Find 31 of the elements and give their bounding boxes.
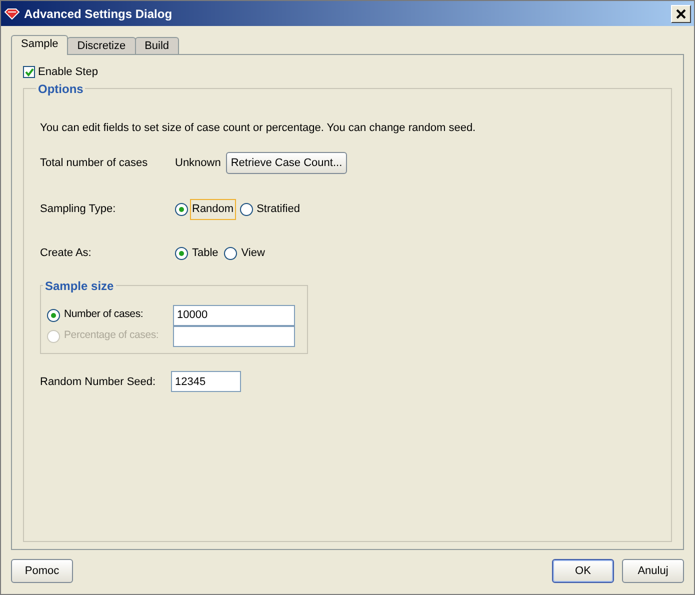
radio-label[interactable]: Number of cases: xyxy=(62,305,146,326)
help-button[interactable]: Pomoc xyxy=(11,559,73,583)
input-field[interactable]: 10000 xyxy=(173,304,295,326)
checkbox[interactable] xyxy=(23,66,35,78)
field-label: Create As: xyxy=(40,246,92,261)
radio-button[interactable] xyxy=(175,246,188,260)
description-text: You can edit fields to set size of case count or percentage. You can change random seed. xyxy=(40,120,477,136)
value-text: Unknown xyxy=(175,156,221,171)
close-button[interactable] xyxy=(671,4,691,22)
radio-button[interactable] xyxy=(175,202,188,216)
radio-label[interactable]: Random xyxy=(190,199,236,220)
radio-button[interactable] xyxy=(240,202,253,216)
app-logo-icon xyxy=(4,8,20,20)
input-field[interactable]: 12345 xyxy=(171,371,241,392)
radio-label[interactable]: View xyxy=(239,243,267,264)
window-title: Advanced Settings Dialog xyxy=(24,6,172,22)
field-label: Random Number Seed: xyxy=(40,374,157,390)
close-icon[interactable] xyxy=(676,8,686,18)
tab[interactable]: Build xyxy=(134,37,180,54)
tab[interactable]: Discretize xyxy=(67,37,136,54)
radio-button[interactable] xyxy=(47,308,60,322)
field-label: Total number of cases xyxy=(40,156,149,171)
checkbox-label[interactable]: Enable Step xyxy=(38,64,98,80)
radio-label[interactable]: Stratified xyxy=(254,199,302,220)
radio-button[interactable] xyxy=(224,246,238,260)
dialog-button[interactable]: OK xyxy=(552,559,614,583)
radio-label[interactable]: Table xyxy=(190,243,220,264)
retrieve-button[interactable]: Retrieve Case Count... xyxy=(226,152,348,174)
dialog-button[interactable]: Anuluj xyxy=(622,559,684,583)
field-label: Sampling Type: xyxy=(40,202,117,217)
tab[interactable]: Sample xyxy=(11,35,68,55)
